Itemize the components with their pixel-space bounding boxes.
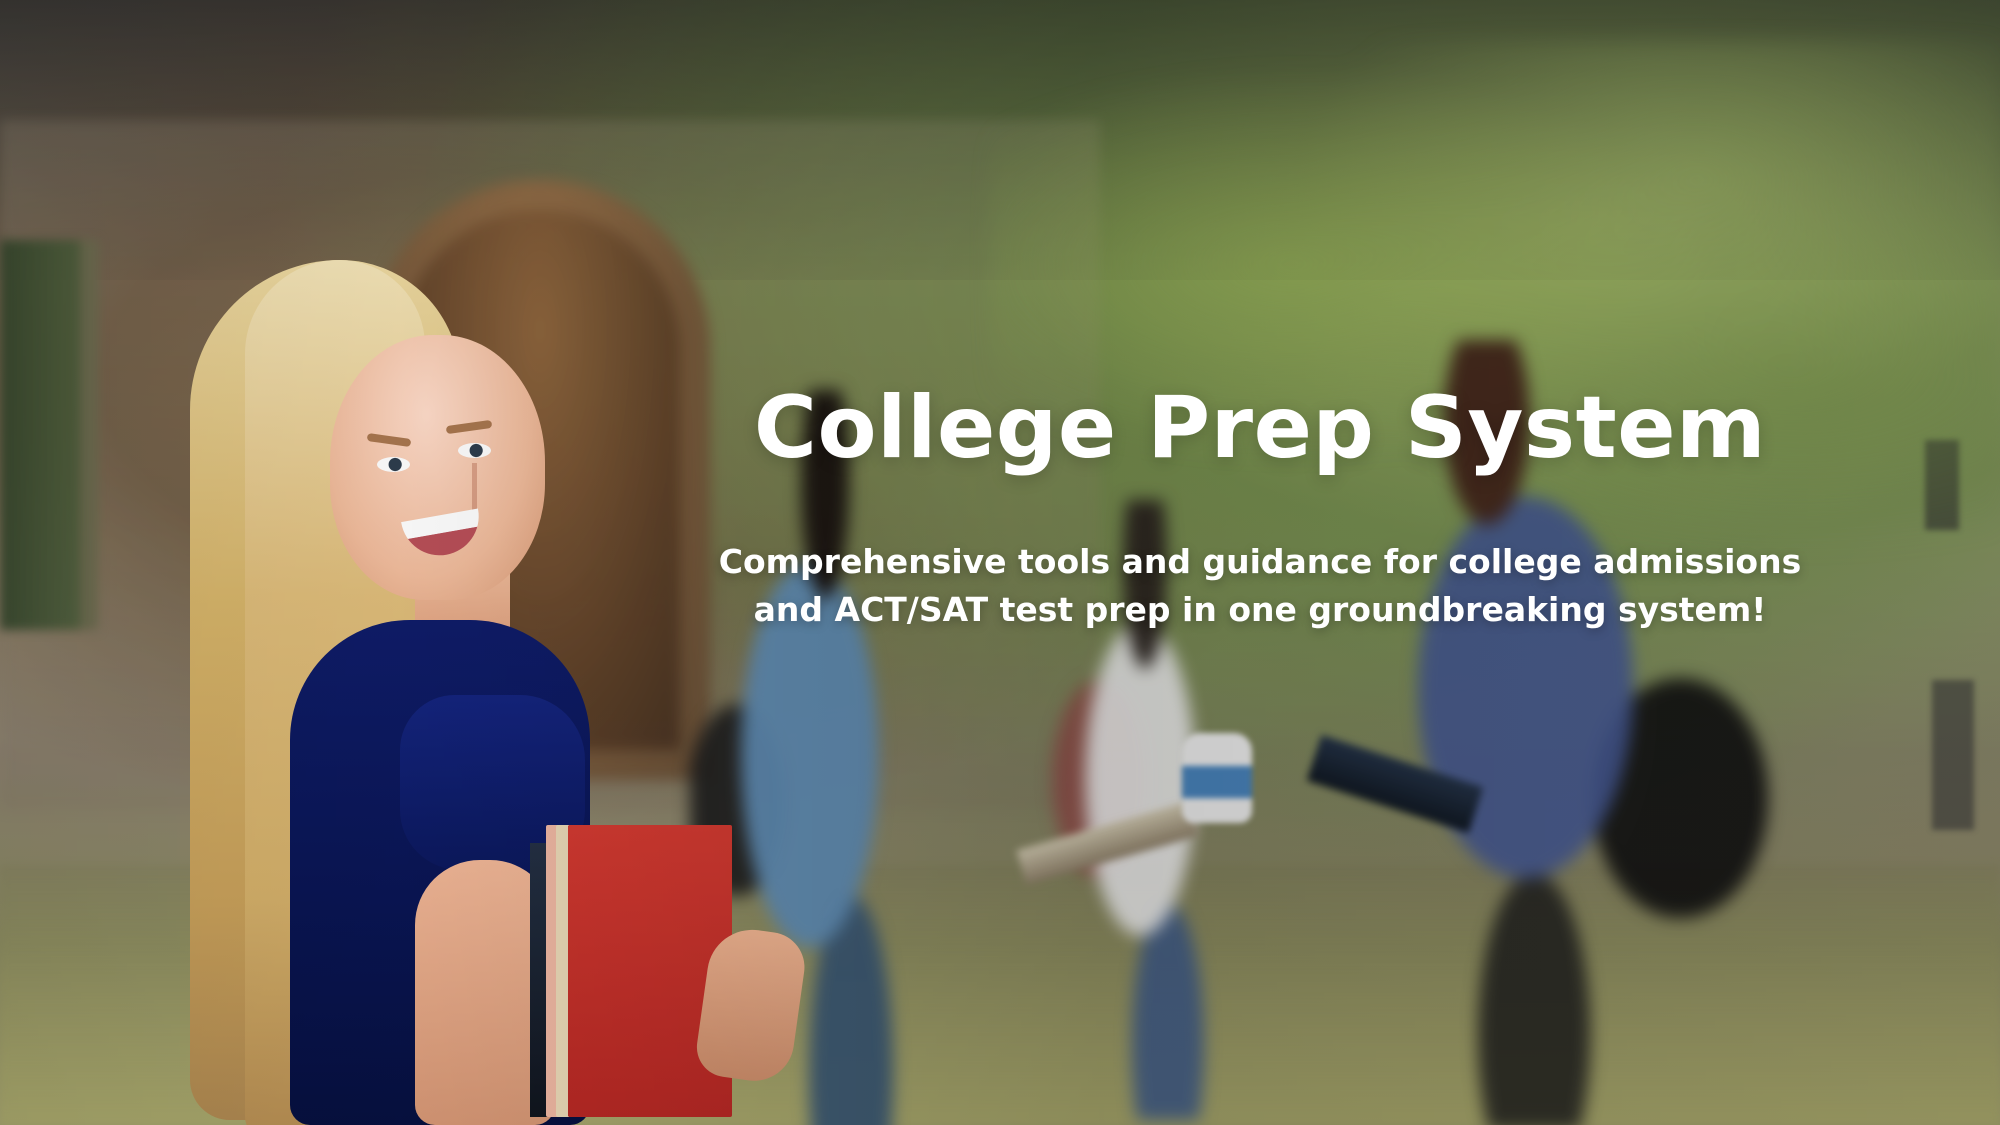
page-title: College Prep System <box>753 378 1767 478</box>
college-prep-hero: College Prep System Comprehensive tools … <box>0 0 2000 1125</box>
hero-subtitle: Comprehensive tools and guidance for col… <box>718 542 1802 630</box>
